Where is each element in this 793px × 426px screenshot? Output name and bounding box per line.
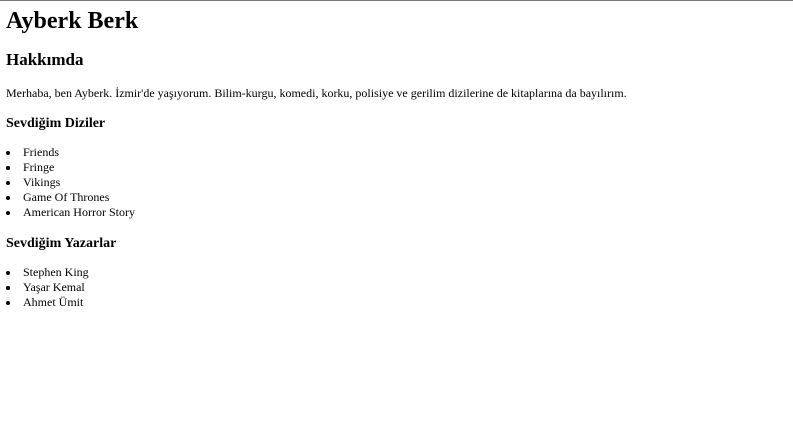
list-item-label: Stephen King [23, 265, 89, 279]
bullet-icon [6, 286, 10, 290]
bullet-icon [6, 196, 10, 200]
bullet-icon [6, 181, 10, 185]
list-item-label: American Horror Story [23, 205, 135, 219]
list-item-label: Game Of Thrones [23, 190, 110, 204]
list-item: Ahmet Ümit [6, 295, 89, 310]
list-item: Vikings [6, 175, 135, 190]
bullet-icon [6, 301, 10, 305]
series-heading: Sevdiğim Diziler [6, 116, 106, 131]
list-item: Stephen King [6, 265, 89, 280]
list-item-label: Friends [23, 145, 59, 159]
about-heading: Hakkımda [6, 50, 84, 69]
list-item: American Horror Story [6, 205, 135, 220]
bullet-icon [6, 271, 10, 275]
list-item-label: Fringe [23, 160, 55, 174]
list-item: Fringe [6, 160, 135, 175]
top-border [0, 0, 793, 1]
list-item: Game Of Thrones [6, 190, 135, 205]
list-item-label: Yaşar Kemal [23, 280, 85, 294]
about-text: Merhaba, ben Ayberk. İzmir'de yaşıyorum.… [6, 86, 627, 100]
list-item: Yaşar Kemal [6, 280, 89, 295]
authors-heading: Sevdiğim Yazarlar [6, 236, 117, 251]
list-item: Friends [6, 145, 135, 160]
series-list: Friends Fringe Vikings Game Of Thrones A… [6, 145, 135, 220]
list-item-label: Ahmet Ümit [23, 295, 84, 309]
page-title: Ayberk Berk [6, 8, 139, 34]
bullet-icon [6, 211, 10, 215]
authors-list: Stephen King Yaşar Kemal Ahmet Ümit [6, 265, 89, 310]
list-item-label: Vikings [23, 175, 61, 189]
bullet-icon [6, 166, 10, 170]
bullet-icon [6, 151, 10, 155]
